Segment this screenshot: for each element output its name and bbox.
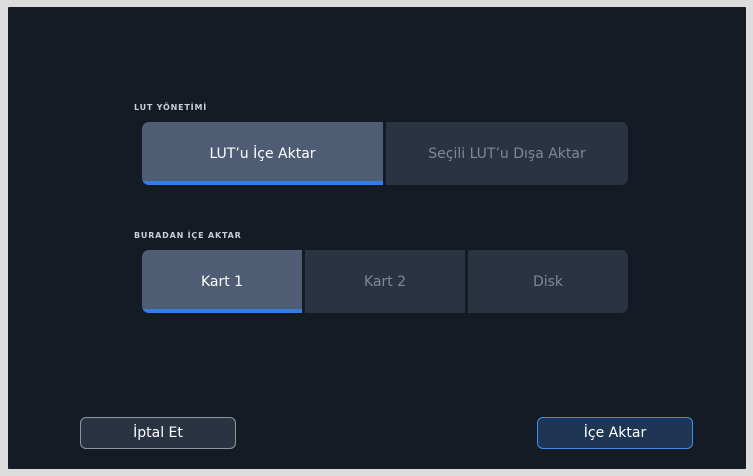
lut-dialog: LUT YÖNETİMİ LUT’u İçe Aktar Seçili LUT’…	[8, 7, 746, 469]
source-card-1-label: Kart 1	[200, 273, 244, 290]
cancel-button[interactable]: İptal Et	[80, 417, 236, 449]
import-button-label: İçe Aktar	[583, 425, 647, 441]
source-card-2-option[interactable]: Kart 2	[305, 250, 465, 313]
cancel-button-label: İptal Et	[133, 425, 183, 441]
source-card-2-label: Kart 2	[363, 273, 407, 290]
lut-management-segmented-control: LUT’u İçe Aktar Seçili LUT’u Dışa Aktar	[142, 122, 628, 185]
import-from-label: BURADAN İÇE AKTAR	[134, 231, 242, 240]
lut-management-label: LUT YÖNETİMİ	[134, 103, 207, 112]
source-disk-label: Disk	[532, 273, 564, 290]
import-lut-option[interactable]: LUT’u İçe Aktar	[142, 122, 383, 185]
export-selected-lut-option-label: Seçili LUT’u Dışa Aktar	[428, 145, 586, 162]
import-button[interactable]: İçe Aktar	[537, 417, 693, 449]
export-selected-lut-option[interactable]: Seçili LUT’u Dışa Aktar	[386, 122, 628, 185]
import-lut-option-label: LUT’u İçe Aktar	[209, 145, 316, 162]
source-disk-option[interactable]: Disk	[468, 250, 628, 313]
source-card-1-option[interactable]: Kart 1	[142, 250, 302, 313]
import-source-segmented-control: Kart 1 Kart 2 Disk	[142, 250, 628, 313]
